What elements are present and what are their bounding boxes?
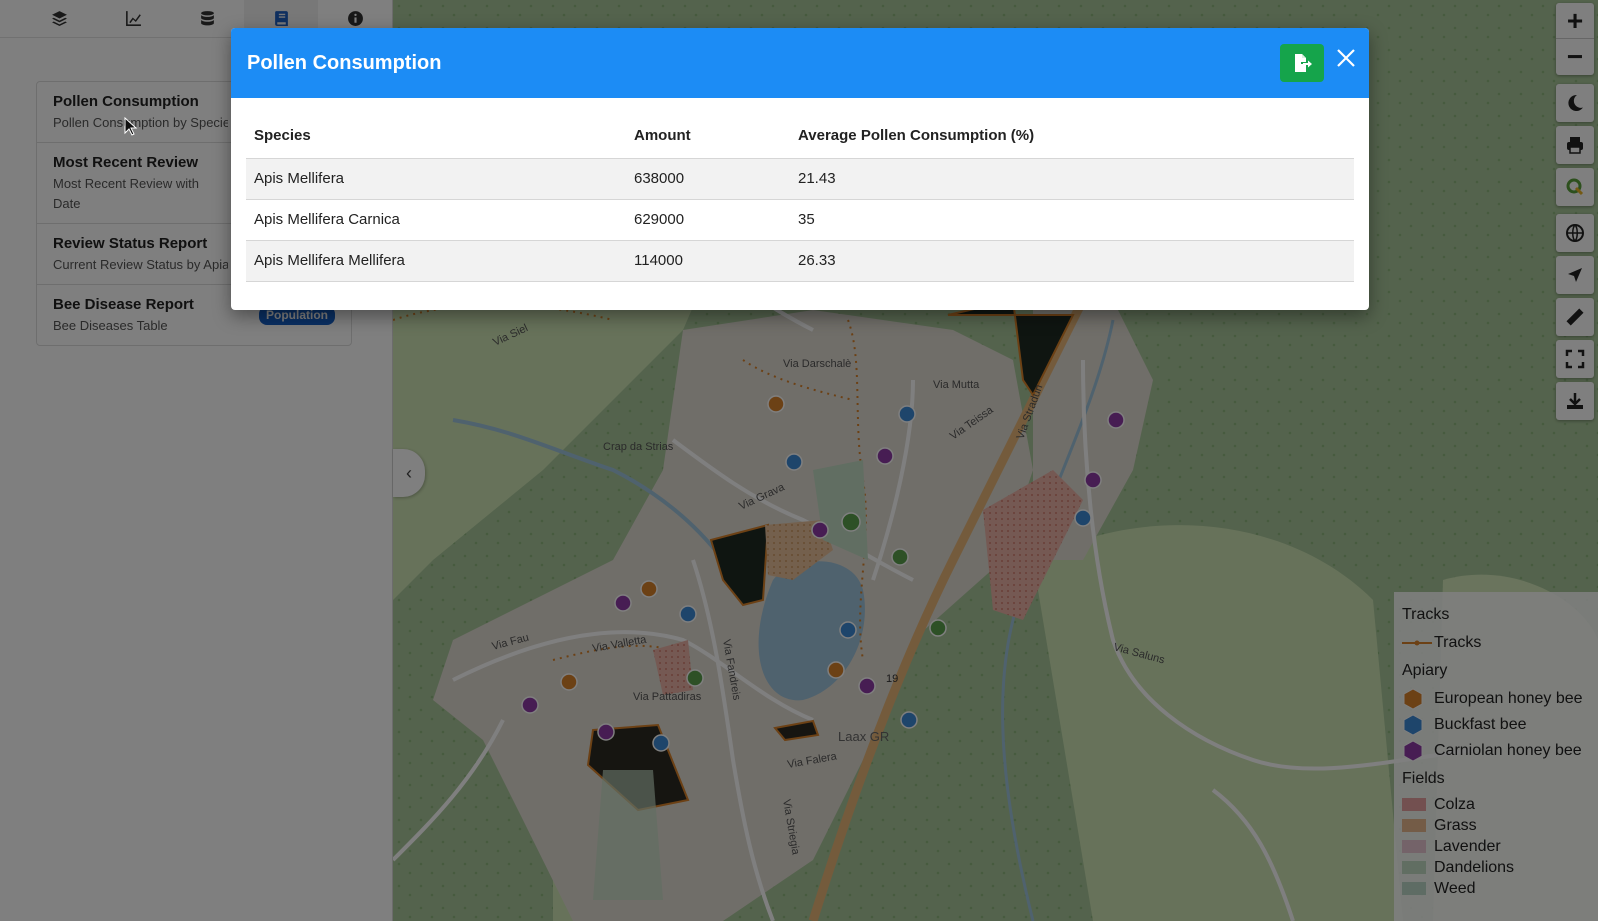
export-button[interactable] bbox=[1280, 44, 1324, 82]
modal-header: Pollen Consumption bbox=[231, 28, 1369, 98]
cell-avg-consumption: 35 bbox=[790, 199, 1354, 241]
close-icon bbox=[1337, 49, 1355, 67]
modal-body: Species Amount Average Pollen Consumptio… bbox=[231, 98, 1369, 282]
column-header-avg-consumption: Average Pollen Consumption (%) bbox=[790, 114, 1354, 159]
cell-amount: 114000 bbox=[626, 240, 790, 282]
cell-avg-consumption: 21.43 bbox=[790, 158, 1354, 200]
modal-title: Pollen Consumption bbox=[247, 51, 442, 74]
file-export-icon bbox=[1295, 54, 1312, 72]
cell-species: Apis Mellifera Mellifera bbox=[246, 240, 626, 282]
cell-amount: 638000 bbox=[626, 158, 790, 200]
cell-species: Apis Mellifera Carnica bbox=[246, 199, 626, 241]
table-row: Apis Mellifera Mellifera 114000 26.33 bbox=[246, 240, 1354, 282]
report-table: Species Amount Average Pollen Consumptio… bbox=[246, 114, 1354, 282]
table-row: Apis Mellifera Carnica 629000 35 bbox=[246, 199, 1354, 241]
column-header-amount: Amount bbox=[626, 114, 790, 159]
table-header-row: Species Amount Average Pollen Consumptio… bbox=[246, 114, 1354, 159]
mouse-cursor-icon bbox=[124, 117, 138, 136]
cell-amount: 629000 bbox=[626, 199, 790, 241]
column-header-species: Species bbox=[246, 114, 626, 159]
close-button[interactable] bbox=[1330, 42, 1362, 74]
table-row: Apis Mellifera 638000 21.43 bbox=[246, 158, 1354, 200]
cell-avg-consumption: 26.33 bbox=[790, 240, 1354, 282]
report-modal: Pollen Consumption Species Amount Averag… bbox=[231, 28, 1369, 310]
cell-species: Apis Mellifera bbox=[246, 158, 626, 200]
